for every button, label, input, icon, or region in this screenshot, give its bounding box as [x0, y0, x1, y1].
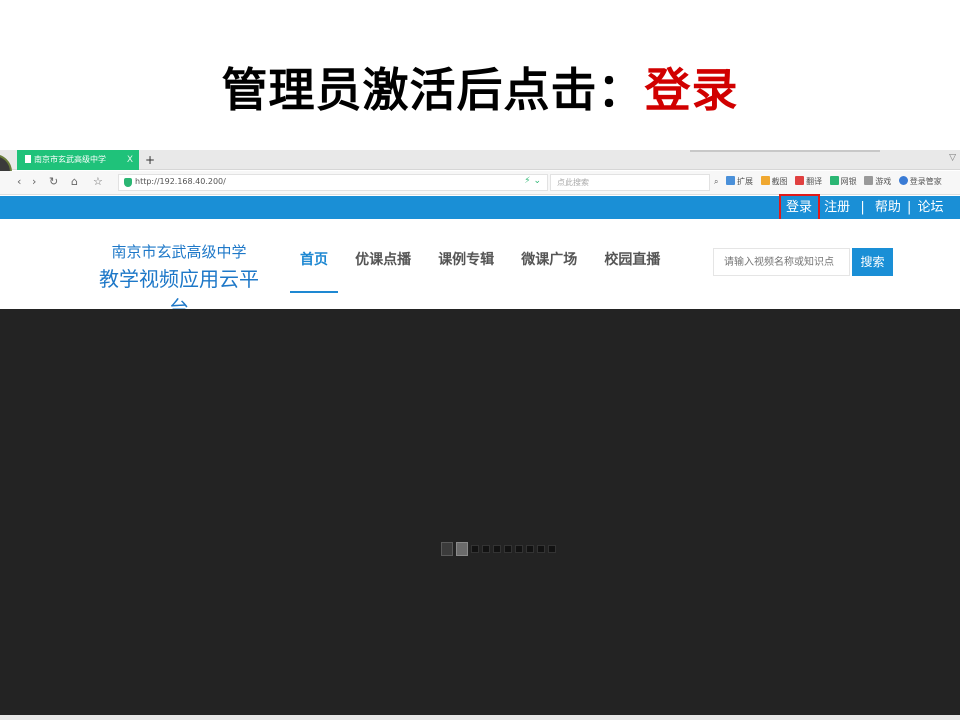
register-link[interactable]: 注册: [822, 200, 852, 215]
extensions-button[interactable]: 扩展: [726, 176, 753, 186]
toolbar-items: ⌕ 扩展 截图 翻译 网银 游戏 登录管家: [714, 176, 947, 187]
games-button[interactable]: 游戏: [864, 176, 891, 186]
nav-lesson-albums[interactable]: 课例专辑: [428, 219, 504, 293]
slide-title: 管理员激活后点击：登录: [0, 55, 960, 125]
forward-icon[interactable]: ›: [32, 175, 36, 188]
browser-toolbar: ‹ › ↻ ⌂ ☆ http://192.168.40.200/ ⚡ ⌄ 点此搜…: [0, 171, 960, 195]
site-search-button[interactable]: 搜索: [852, 248, 893, 276]
separator: |: [907, 200, 912, 215]
scissors-icon: [760, 176, 770, 185]
nav-micro-lessons[interactable]: 微课广场: [511, 219, 587, 293]
back-icon[interactable]: ‹: [17, 175, 21, 188]
shield-icon: [829, 176, 839, 185]
page-icon: [25, 155, 31, 163]
site-header: 南京市玄武高级中学 教学视频应用云平台 首页 优课点播 课例专辑 微课广场 校园…: [0, 219, 960, 320]
help-link[interactable]: 帮助: [873, 200, 903, 215]
forum-link[interactable]: 论坛: [916, 200, 946, 215]
separator: |: [860, 200, 865, 215]
shield-icon: [124, 178, 132, 187]
screenshot-button[interactable]: 截图: [760, 176, 788, 186]
grid-icon: [726, 176, 736, 185]
carousel-pager: [441, 538, 559, 557]
carousel-dot[interactable]: [504, 544, 512, 553]
login-manager-button[interactable]: 登录管家: [898, 176, 942, 186]
banner-carousel: [0, 309, 960, 715]
gamepad-icon: [864, 176, 874, 185]
carousel-dot[interactable]: [548, 544, 556, 553]
divider: [0, 715, 960, 720]
netbank-button[interactable]: 网银: [829, 176, 857, 186]
browser-tab-strip: 南京市玄武高级中学 X + ▽: [0, 150, 960, 170]
carousel-dot[interactable]: [441, 541, 453, 556]
new-tab-button[interactable]: +: [145, 150, 155, 170]
slide-title-highlight: 登录: [644, 63, 739, 117]
nav-featured-lessons[interactable]: 优课点播: [345, 219, 421, 293]
browser-search-box[interactable]: 点此搜索: [550, 174, 710, 191]
site-logo-school[interactable]: 南京市玄武高级中学: [95, 241, 263, 262]
slide-title-prefix: 管理员激活后点击：: [221, 63, 645, 117]
browser-search-placeholder: 点此搜索: [557, 178, 589, 187]
main-nav: 首页 优课点播 课例专辑 微课广场 校园直播: [290, 219, 672, 293]
search-icon[interactable]: ⌕: [714, 177, 718, 186]
lightning-icon[interactable]: ⚡ ⌄: [524, 176, 541, 186]
divider: [690, 150, 880, 152]
carousel-dot[interactable]: [526, 544, 534, 553]
address-bar[interactable]: http://192.168.40.200/ ⚡ ⌄: [118, 174, 548, 191]
carousel-dot[interactable]: [471, 544, 479, 553]
site-search-input[interactable]: [714, 249, 844, 275]
url-text[interactable]: http://192.168.40.200/: [135, 177, 226, 186]
key-icon: [898, 176, 908, 185]
tab-menu-icon[interactable]: ▽: [949, 153, 956, 163]
carousel-dot[interactable]: [493, 544, 501, 553]
carousel-dot[interactable]: [537, 544, 545, 553]
carousel-dot[interactable]: [515, 544, 523, 553]
tab-title: 南京市玄武高级中学: [34, 155, 106, 164]
carousel-dot[interactable]: [482, 544, 490, 553]
home-icon[interactable]: ⌂: [71, 175, 78, 188]
carousel-dot[interactable]: [456, 541, 468, 556]
site-search-box: [713, 248, 850, 276]
nav-campus-live[interactable]: 校园直播: [594, 219, 670, 293]
tab-close-button[interactable]: X: [127, 150, 133, 170]
reload-icon[interactable]: ↻: [49, 175, 58, 188]
translate-button[interactable]: 翻译: [795, 176, 822, 186]
nav-home[interactable]: 首页: [290, 219, 338, 293]
star-icon[interactable]: ☆: [93, 175, 103, 188]
translate-icon: [795, 176, 805, 185]
browser-tab[interactable]: 南京市玄武高级中学 X: [17, 150, 139, 170]
browser-screenshot: 南京市玄武高级中学 X + ▽ ‹ › ↻ ⌂ ☆ http://192.168…: [0, 150, 960, 720]
